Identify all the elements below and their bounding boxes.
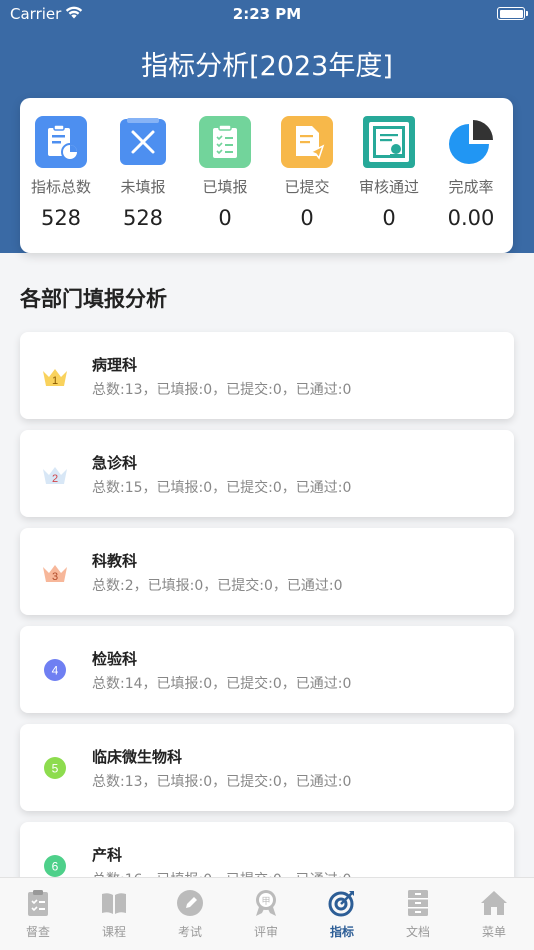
tab-label: 督查 — [25, 925, 50, 939]
stat-completion-rate[interactable]: 完成率 0.00 — [430, 98, 512, 253]
book-icon — [99, 888, 129, 918]
stats-summary-card: 指标总数 528 未填报 528 已填报 0 已提交 0 审核通过 0 完成率 … — [20, 98, 513, 253]
tab-label: 文档 — [405, 925, 430, 939]
bronze-crown-rank-icon: 3 — [40, 557, 70, 587]
pen-circle-icon — [175, 888, 205, 918]
document-send-icon — [281, 116, 333, 168]
stat-label: 审核通过 — [358, 178, 419, 196]
certificate-icon — [363, 116, 415, 168]
list-item[interactable]: 5 临床微生物科 总数:13，已填报:0，已提交:0，已通过:0 — [20, 724, 514, 811]
svg-text:5: 5 — [52, 762, 59, 776]
section-title: 各部门填报分析 — [20, 287, 167, 311]
tab-label: 菜单 — [481, 925, 506, 939]
tab-label: 课程 — [101, 925, 126, 939]
stat-submitted[interactable]: 已提交 0 — [266, 98, 348, 253]
tab-exam[interactable]: 考试 — [152, 878, 228, 950]
tab-menu[interactable]: 菜单 — [456, 878, 532, 950]
stat-value: 0 — [382, 206, 396, 230]
list-item[interactable]: 4 检验科 总数:14，已填报:0，已提交:0，已通过:0 — [20, 626, 514, 713]
department-name: 急诊科 — [92, 454, 138, 472]
stat-approved[interactable]: 审核通过 0 — [348, 98, 430, 253]
stat-unfilled[interactable]: 未填报 528 — [102, 98, 184, 253]
department-stats: 总数:15，已填报:0，已提交:0，已通过:0 — [92, 480, 352, 496]
tab-review[interactable]: 甲 评审 — [228, 878, 304, 950]
bottom-tab-bar: 督查 课程 考试 甲 评审 指标 文档 菜单 — [0, 877, 534, 950]
department-stats: 总数:13，已填报:0，已提交:0，已通过:0 — [92, 382, 352, 398]
tab-courses[interactable]: 课程 — [76, 878, 152, 950]
svg-text:1: 1 — [52, 375, 58, 387]
svg-text:4: 4 — [52, 664, 59, 678]
tab-documents[interactable]: 文档 — [380, 878, 456, 950]
silver-crown-rank-icon: 2 — [40, 459, 70, 489]
department-stats: 总数:2，已填报:0，已提交:0，已通过:0 — [92, 578, 343, 594]
clipboard-chart-icon — [35, 116, 87, 168]
clock: 2:23 PM — [232, 5, 302, 23]
svg-text:2: 2 — [52, 473, 58, 485]
stat-label: 未填报 — [120, 178, 166, 196]
pie-chart-icon — [445, 116, 497, 168]
status-bar: Carrier 2:23 PM — [0, 0, 534, 30]
stat-label: 已填报 — [202, 178, 248, 196]
home-icon — [479, 888, 509, 918]
battery-icon — [497, 7, 528, 20]
list-item[interactable]: 2 急诊科 总数:15，已填报:0，已提交:0，已通过:0 — [20, 430, 514, 517]
file-cabinet-icon — [403, 888, 433, 918]
gold-crown-rank-icon: 1 — [40, 361, 70, 391]
award-ribbon-icon: 甲 — [251, 888, 281, 918]
svg-text:甲: 甲 — [261, 896, 270, 907]
x-mark-icon — [117, 116, 169, 168]
tab-label: 考试 — [177, 925, 202, 939]
stat-value: 0.00 — [447, 206, 495, 230]
target-icon — [327, 888, 357, 918]
svg-text:3: 3 — [52, 571, 58, 583]
stat-total[interactable]: 指标总数 528 — [20, 98, 102, 253]
department-name: 临床微生物科 — [92, 748, 183, 766]
department-name: 科教科 — [92, 552, 138, 570]
stat-label: 完成率 — [448, 178, 494, 196]
department-name: 病理科 — [92, 356, 138, 374]
department-stats: 总数:13，已填报:0，已提交:0，已通过:0 — [92, 774, 352, 790]
tab-supervision[interactable]: 督查 — [0, 878, 76, 950]
stat-value: 0 — [218, 206, 232, 230]
department-name: 产科 — [92, 846, 123, 864]
department-stats: 总数:14，已填报:0，已提交:0，已通过:0 — [92, 676, 352, 692]
rank-circle-icon: 4 — [40, 655, 70, 685]
svg-text:6: 6 — [52, 860, 59, 874]
stat-filled[interactable]: 已填报 0 — [184, 98, 266, 253]
department-name: 检验科 — [92, 650, 138, 668]
tab-label: 指标 — [329, 925, 354, 939]
stat-label: 已提交 — [284, 178, 330, 196]
clipboard-list-icon — [199, 116, 251, 168]
list-item[interactable]: 3 科教科 总数:2，已填报:0，已提交:0，已通过:0 — [20, 528, 514, 615]
stat-value: 528 — [40, 206, 82, 230]
page-title: 指标分析[2023年度] — [141, 51, 393, 82]
tab-indicators[interactable]: 指标 — [304, 878, 380, 950]
list-item[interactable]: 1 病理科 总数:13，已填报:0，已提交:0，已通过:0 — [20, 332, 514, 419]
stat-label: 指标总数 — [30, 178, 91, 196]
rank-circle-icon: 5 — [40, 753, 70, 783]
tab-label: 评审 — [253, 925, 278, 939]
stat-value: 528 — [122, 206, 164, 230]
stat-value: 0 — [300, 206, 314, 230]
checklist-icon — [23, 888, 53, 918]
